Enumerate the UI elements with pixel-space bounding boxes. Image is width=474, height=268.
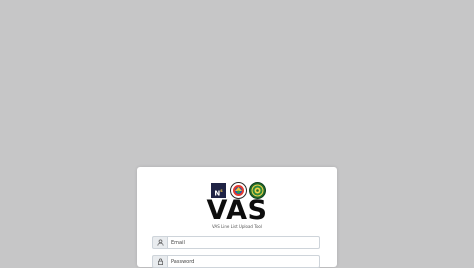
app-title: VAS <box>206 195 268 226</box>
email-field-group <box>152 236 320 249</box>
email-input[interactable] <box>167 236 320 249</box>
ns-logo-superscript: s <box>220 188 223 193</box>
app-subtitle: VAS Line List Upload Tool <box>212 224 262 229</box>
user-icon <box>152 236 167 249</box>
login-card: Ns VAS VAS Line List Upload Tool <box>137 167 337 268</box>
